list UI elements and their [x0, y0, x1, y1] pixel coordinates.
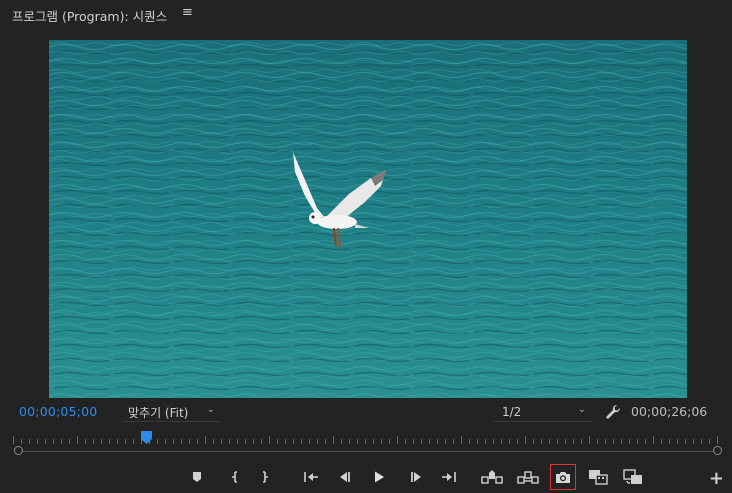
mark-in-icon — [232, 471, 237, 483]
hamburger-menu-icon[interactable]: ≡ — [182, 5, 193, 20]
plus-icon[interactable]: + — [709, 468, 724, 489]
step-back-icon — [340, 472, 350, 482]
program-monitor-viewer[interactable] — [49, 40, 687, 398]
go-to-in-icon — [304, 472, 318, 482]
chevron-down-icon: ⌄ — [577, 404, 586, 415]
toggle-proxies-icon — [623, 469, 642, 484]
transport-controls — [0, 462, 732, 492]
zoom-scroll-end-handle[interactable] — [713, 446, 722, 455]
step-back-button[interactable] — [332, 464, 358, 490]
zoom-scroll-track[interactable] — [18, 451, 718, 452]
extract-button[interactable] — [515, 464, 541, 490]
video-frame — [49, 40, 687, 398]
export-frame-button[interactable] — [550, 464, 576, 490]
current-timecode[interactable]: 00;00;05;00 — [19, 404, 97, 419]
zoom-level-dropdown[interactable]: 맞추기 (Fit) ⌄ — [122, 403, 220, 422]
mark-out-button[interactable] — [253, 464, 279, 490]
marker-icon — [193, 472, 201, 482]
lift-icon — [481, 470, 503, 484]
panel-header: 프로그램 (Program): 시퀀스 ≡ — [0, 0, 732, 28]
playback-resolution-dropdown[interactable]: 1/2 ⌄ — [494, 403, 592, 422]
play-icon — [375, 471, 384, 483]
playhead[interactable] — [141, 431, 152, 445]
zoom-scroll-start-handle[interactable] — [14, 446, 23, 455]
wrench-icon[interactable] — [604, 403, 622, 421]
playback-resolution-label: 1/2 — [502, 405, 522, 419]
zoom-level-label: 맞추기 (Fit) — [128, 406, 189, 420]
step-forward-button[interactable] — [403, 464, 429, 490]
extract-icon — [517, 471, 539, 484]
play-button[interactable] — [366, 464, 392, 490]
toggle-proxies-button[interactable] — [620, 464, 646, 490]
lift-button[interactable] — [479, 464, 505, 490]
add-marker-button[interactable] — [184, 464, 210, 490]
go-to-in-button[interactable] — [298, 464, 324, 490]
mark-out-icon — [263, 471, 268, 483]
time-ruler[interactable] — [13, 434, 719, 446]
panel-title[interactable]: 프로그램 (Program): 시퀀스 — [12, 6, 167, 25]
step-forward-icon — [411, 472, 421, 482]
comparison-view-icon — [589, 470, 608, 485]
go-to-out-icon — [442, 472, 456, 482]
duration-timecode: 00;00;26;06 — [631, 404, 708, 419]
go-to-out-button[interactable] — [436, 464, 462, 490]
camera-icon — [556, 471, 570, 483]
comparison-view-button[interactable] — [585, 464, 611, 490]
chevron-down-icon: ⌄ — [206, 404, 215, 415]
mark-in-button[interactable] — [221, 464, 247, 490]
